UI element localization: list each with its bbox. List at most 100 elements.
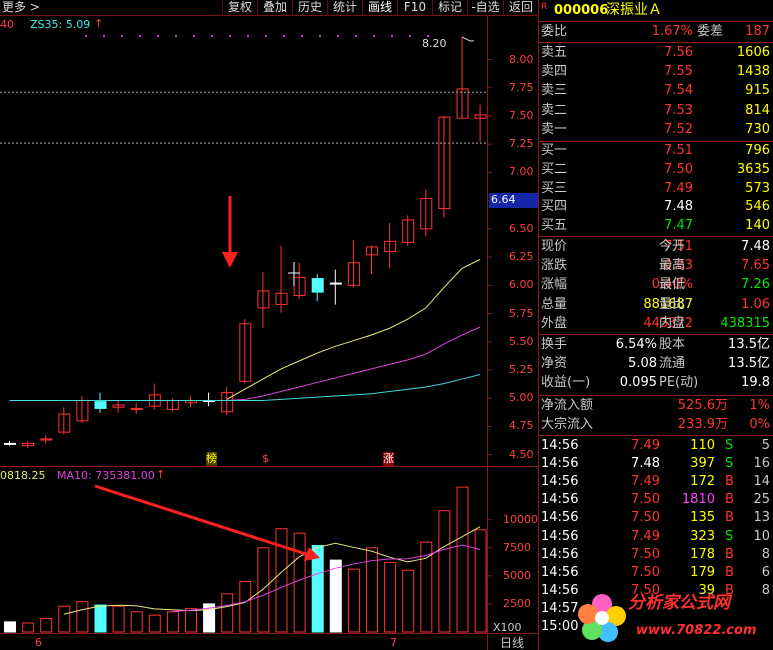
candle[interactable]	[4, 441, 16, 446]
candle[interactable]	[384, 223, 397, 269]
volume-bar[interactable]	[384, 561, 397, 633]
indicator-dot	[409, 35, 411, 37]
stat-label: 最低	[659, 277, 686, 293]
stat-label: 总量	[541, 296, 568, 312]
zs-indicator-legend: ZS35: 5.09	[30, 18, 91, 31]
volume-bar[interactable]	[185, 607, 197, 633]
tick-trade-row[interactable]: 14:56 7.49 110 S 5	[538, 437, 773, 455]
tick-trade-row[interactable]: 14:56 7.49 323 S 10	[538, 528, 773, 546]
kline-chart-area[interactable]	[0, 16, 538, 650]
price-axis-label: 7.00	[509, 165, 534, 179]
tick-time: 14:56	[541, 492, 579, 508]
candle[interactable]	[22, 441, 35, 448]
indicator-dot	[121, 35, 123, 37]
candle[interactable]	[474, 104, 487, 142]
tick-trade-row[interactable]: 14:56 7.50 1810 B 25	[538, 491, 773, 509]
candle[interactable]	[347, 240, 360, 288]
tick-volume: 178	[690, 546, 715, 562]
quote-stat-row: 现价 7.51 今开 7.48	[538, 238, 773, 256]
volume-bar[interactable]	[76, 601, 89, 633]
candle[interactable]	[148, 383, 161, 410]
toolbar-button-draw-line[interactable]: 画线	[362, 0, 397, 16]
candle[interactable]	[293, 262, 306, 299]
candle[interactable]	[438, 115, 451, 218]
volume-bar[interactable]	[94, 604, 107, 633]
event-mark-limit-up[interactable]: 涨	[383, 452, 394, 466]
volume-bar[interactable]	[58, 605, 71, 633]
toolbar-button-back[interactable]: 返回	[503, 0, 538, 16]
volume-bar[interactable]	[4, 621, 16, 633]
bid-level-label: 买一	[541, 143, 568, 158]
candle[interactable]	[257, 271, 270, 329]
toolbar-button-watchlist[interactable]: -自选	[467, 0, 503, 16]
tick-trade-row[interactable]: 14:56 7.50 178 B 8	[538, 546, 773, 564]
divider	[538, 42, 773, 43]
candle[interactable]	[366, 245, 378, 275]
volume-bar[interactable]	[239, 580, 252, 633]
candle[interactable]	[130, 402, 143, 415]
divider	[538, 395, 773, 396]
volume-bar[interactable]	[112, 605, 125, 633]
candle[interactable]	[311, 274, 324, 302]
candle[interactable]	[329, 269, 342, 305]
ask-price: 7.55	[664, 64, 693, 80]
volume-bar[interactable]	[166, 611, 179, 633]
more-menu-button[interactable]: 更多 >	[0, 0, 60, 16]
chart-toolbar: 更多 > 复权 叠加 历史 统计 画线 F10 标记 -自选 返回	[0, 0, 538, 16]
candle[interactable]	[40, 435, 53, 444]
volume-bar[interactable]	[474, 529, 487, 633]
volume-bar[interactable]	[329, 559, 342, 633]
candle[interactable]	[275, 245, 288, 313]
candle[interactable]	[456, 36, 469, 119]
volume-bar[interactable]	[293, 532, 306, 633]
volume-bar[interactable]	[456, 486, 469, 633]
tick-trade-row[interactable]: 14:56 7.50 135 B 13	[538, 509, 773, 527]
volume-bar[interactable]	[402, 569, 415, 633]
ask-price: 7.56	[664, 45, 693, 60]
volume-bar[interactable]	[221, 593, 234, 633]
toolbar-button-statistics[interactable]: 统计	[327, 0, 362, 16]
kline-chart-svg[interactable]	[0, 16, 538, 650]
candle[interactable]	[239, 319, 252, 384]
toolbar-button-history[interactable]: 历史	[292, 0, 327, 16]
toolbar-button-f10[interactable]: F10	[397, 0, 432, 16]
candle[interactable]	[185, 395, 197, 408]
stat-label: PE(动)	[659, 375, 699, 391]
volume-bar[interactable]	[148, 614, 161, 633]
tick-time: 14:56	[541, 510, 579, 526]
bid-level-label: 买五	[541, 218, 568, 234]
event-mark-dollar[interactable]: $	[262, 452, 269, 466]
quote-stat-row: 外盘 443372 内盘 438315	[538, 315, 773, 333]
volume-bar[interactable]	[438, 510, 451, 633]
volume-bar[interactable]	[130, 611, 143, 633]
candle[interactable]	[112, 400, 125, 413]
candle-body	[94, 401, 107, 409]
ask-level-label: 卖三	[541, 83, 568, 99]
candle[interactable]	[221, 386, 234, 416]
tick-trade-row[interactable]: 14:56 7.50 179 B 6	[538, 564, 773, 582]
candle[interactable]	[420, 189, 433, 237]
bid-level-row: 买三 7.49 573	[538, 180, 773, 198]
volume-legend-arrow-icon: ↑	[156, 468, 166, 481]
candle[interactable]	[58, 407, 71, 435]
tick-volume: 135	[690, 510, 715, 526]
volume-bar[interactable]	[22, 622, 35, 633]
price-axis-label: 6.00	[509, 278, 534, 292]
tick-price: 7.49	[631, 438, 660, 453]
candle[interactable]	[203, 392, 216, 407]
volume-bar[interactable]	[40, 618, 53, 633]
toolbar-button-mark[interactable]: 标记	[432, 0, 467, 16]
tick-trade-row[interactable]: 14:56 7.49 172 B 14	[538, 473, 773, 491]
event-mark-list[interactable]: 榜	[206, 452, 217, 466]
volume-bar[interactable]	[347, 568, 360, 633]
period-daily-label[interactable]: 日线	[500, 636, 524, 650]
tick-trade-row[interactable]: 14:56 7.48 397 S 16	[538, 455, 773, 473]
flow-percent: 1%	[749, 398, 770, 413]
toolbar-button-restore-rights[interactable]: 复权	[222, 0, 257, 16]
indicator-dot	[337, 35, 339, 37]
tick-count: 5	[761, 438, 770, 453]
toolbar-button-overlay[interactable]: 叠加	[257, 0, 292, 16]
candle[interactable]	[402, 215, 415, 246]
candle[interactable]	[94, 392, 107, 413]
volume-bar[interactable]	[257, 547, 270, 633]
